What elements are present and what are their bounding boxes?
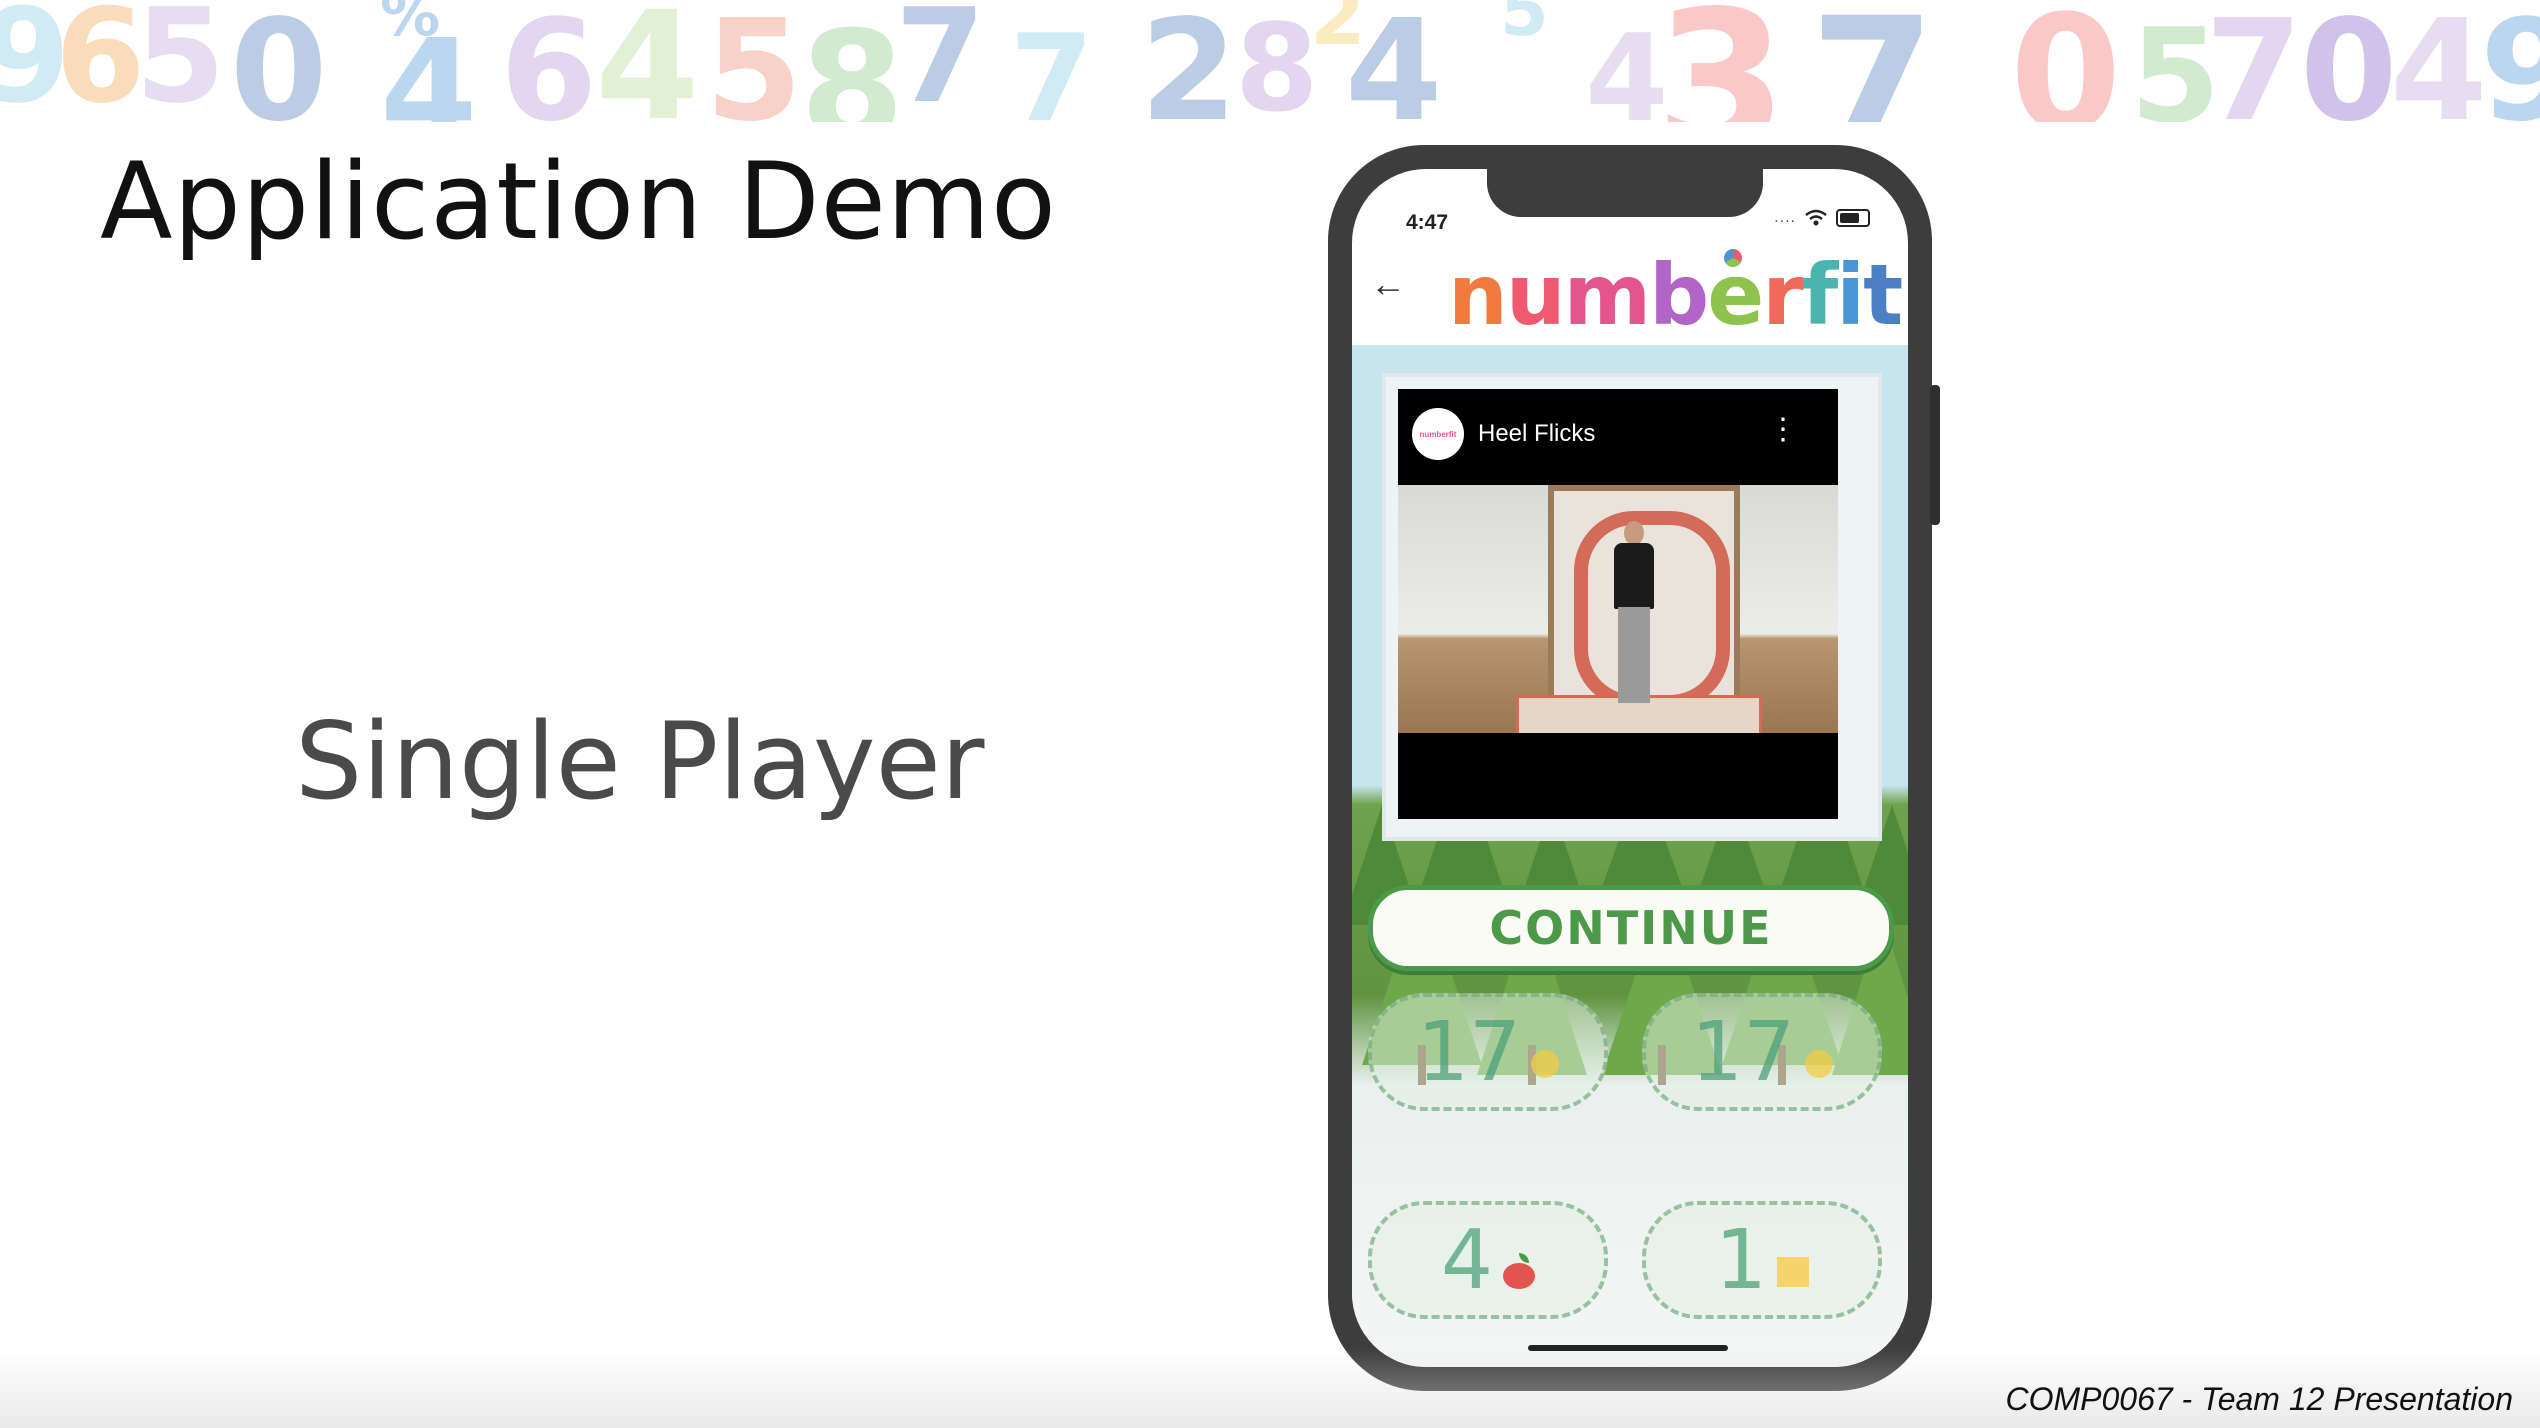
status-time: 4:47	[1406, 211, 1449, 234]
logo-dot-icon	[1724, 249, 1742, 267]
signal-icon: ....	[1774, 209, 1796, 226]
slide-subtitle: Single Player	[295, 700, 985, 823]
banner-digit: 6	[55, 0, 146, 122]
banner-digit: 8	[800, 0, 905, 122]
banner-digit: 8	[1235, 0, 1319, 122]
banner-digit: 4	[595, 0, 700, 122]
sun-icon	[1531, 1050, 1560, 1078]
numberfit-logo: numberfit	[1448, 246, 1903, 344]
counter-pill[interactable]: 17	[1368, 993, 1608, 1111]
video-header: numberfit Heel Flicks ⋮	[1398, 389, 1838, 479]
video-player[interactable]: numberfit Heel Flicks ⋮	[1398, 389, 1838, 819]
banner-digit: 0	[230, 0, 328, 122]
banner-digit: 7	[1010, 10, 1094, 122]
channel-avatar[interactable]: numberfit	[1412, 408, 1464, 460]
more-vert-icon[interactable]: ⋮	[1768, 415, 1798, 445]
status-icons: ....	[1774, 209, 1870, 227]
apple-icon	[1503, 1253, 1536, 1289]
app-bar: ← numberfit	[1352, 245, 1908, 345]
phone-notch	[1487, 169, 1763, 217]
sun-icon	[1805, 1050, 1834, 1078]
banner-digit: 3	[1655, 0, 1788, 122]
phone-side-button	[1930, 385, 1940, 525]
banner-digit: 5	[135, 0, 226, 122]
phone-screen: 4:47 .... ← numberfit numberfit Heel Fli…	[1352, 169, 1908, 1367]
counter-pill[interactable]: 1	[1642, 1201, 1882, 1319]
game-background: numberfit Heel Flicks ⋮ CONTINUE 17 17 4…	[1352, 345, 1908, 1367]
banner-digit: 9	[2480, 0, 2540, 122]
person-figure	[1624, 521, 1644, 545]
counter-value: 17	[1690, 1004, 1796, 1100]
banner-digit: 5	[705, 0, 803, 122]
banner-digit: 0	[2010, 0, 2122, 122]
counter-pill[interactable]: 4	[1368, 1201, 1608, 1319]
battery-icon	[1836, 209, 1870, 227]
wifi-icon	[1805, 209, 1827, 226]
banner-digit: 5	[1500, 0, 1549, 52]
counter-pill[interactable]: 17	[1642, 993, 1882, 1111]
slide-title: Application Demo	[100, 140, 1057, 263]
video-frame	[1398, 485, 1838, 733]
continue-button[interactable]: CONTINUE	[1368, 885, 1894, 971]
phone-mockup: 4:47 .... ← numberfit numberfit Heel Fli…	[1328, 145, 1940, 1391]
square-icon	[1777, 1257, 1810, 1287]
arrow-left-icon[interactable]: ←	[1370, 263, 1406, 305]
banner-digit: 4	[1345, 0, 1443, 122]
banner-digit: 2	[1140, 0, 1238, 122]
counter-value: 17	[1416, 1004, 1522, 1100]
banner-digit: 6	[500, 0, 598, 122]
video-title: Heel Flicks	[1478, 420, 1596, 447]
counter-value: 4	[1440, 1212, 1494, 1308]
banner-digit: 7	[895, 0, 986, 122]
banner-digit: 7	[2205, 0, 2303, 122]
banner-digit: 4	[380, 10, 478, 122]
banner-digit: 4	[2390, 0, 2488, 122]
banner-digit: 7	[1810, 0, 1936, 122]
video-card: numberfit Heel Flicks ⋮	[1382, 373, 1882, 841]
slide-footer: COMP0067 - Team 12 Presentation	[2005, 1381, 2513, 1417]
decorative-number-banner: 9 6 5 0 % 4 6 4 5 8 7 7 2 8 2 4 5 4 3 7 …	[0, 0, 2540, 122]
banner-digit: 0	[2300, 0, 2398, 122]
counter-value: 1	[1714, 1212, 1768, 1308]
